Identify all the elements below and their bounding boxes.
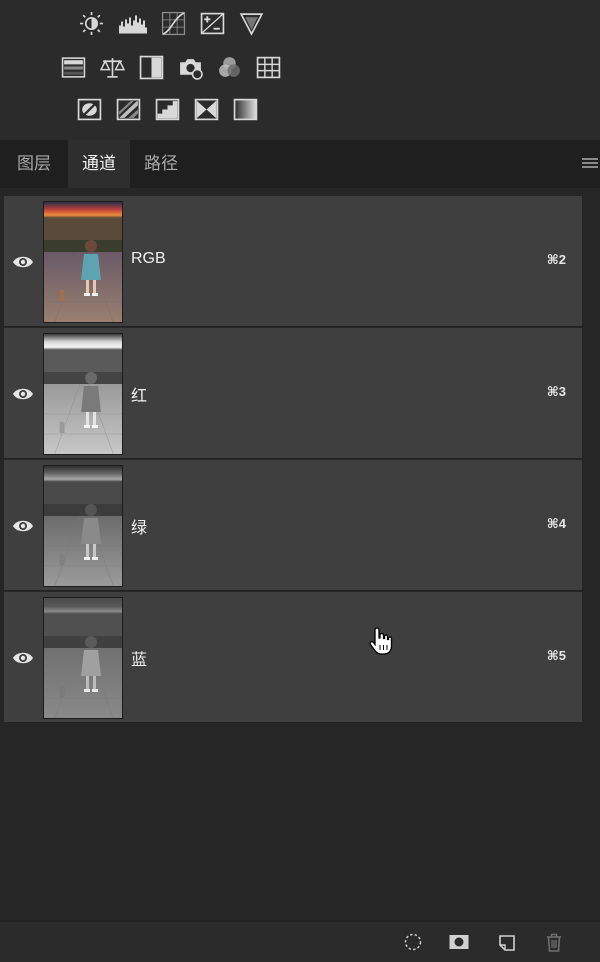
channel-row-rgb[interactable]: RGB ⌘2 [4, 196, 582, 327]
adjustments-row-1 [78, 10, 265, 37]
channel-thumbnail [43, 465, 123, 587]
gradient-map-icon[interactable] [232, 96, 259, 123]
channel-row-green[interactable]: 绿 ⌘4 [4, 460, 582, 591]
channel-name: 红 [131, 388, 148, 405]
channel-shortcut: ⌘2 [546, 252, 566, 267]
channel-shortcut: ⌘4 [546, 516, 566, 531]
black-white-icon[interactable] [138, 54, 165, 81]
panel-tabbar: 图层 通道 路径 [0, 140, 600, 188]
channel-row-blue[interactable]: 蓝 ⌘5 [4, 592, 582, 723]
channels-list: RGB ⌘2 红 ⌘3 绿 ⌘4 蓝 ⌘5 [0, 188, 600, 920]
posterize-icon[interactable] [115, 96, 142, 123]
visibility-eye-icon[interactable] [12, 518, 34, 534]
load-selection-icon[interactable] [402, 931, 424, 953]
color-lookup-icon[interactable] [255, 54, 282, 81]
brightness-contrast-icon[interactable] [78, 10, 105, 37]
selective-color-icon[interactable] [193, 96, 220, 123]
visibility-eye-icon[interactable] [12, 386, 34, 402]
threshold-icon[interactable] [154, 96, 181, 123]
hue-saturation-icon[interactable] [60, 54, 87, 81]
exposure-icon[interactable] [199, 10, 226, 37]
curves-icon[interactable] [160, 10, 187, 37]
new-channel-icon[interactable] [497, 931, 519, 953]
invert-icon[interactable] [76, 96, 103, 123]
color-balance-icon[interactable] [99, 54, 126, 81]
tab-layers[interactable]: 图层 [0, 140, 68, 188]
channel-shortcut: ⌘3 [546, 384, 566, 399]
hand-cursor-icon [369, 627, 393, 655]
channel-mixer-icon[interactable] [216, 54, 243, 81]
tab-channels[interactable]: 通道 [68, 140, 130, 188]
photo-filter-icon[interactable] [177, 54, 204, 81]
channels-bottom-bar [0, 922, 600, 962]
levels-icon[interactable] [117, 10, 148, 37]
channel-thumbnail [43, 201, 123, 323]
channel-name: 蓝 [131, 652, 148, 669]
visibility-eye-icon[interactable] [12, 650, 34, 666]
channel-name: RGB [131, 250, 166, 267]
adjustments-row-2 [60, 54, 282, 81]
channel-row-red[interactable]: 红 ⌘3 [4, 328, 582, 459]
vibrance-icon[interactable] [238, 10, 265, 37]
channel-name: 绿 [131, 520, 148, 537]
visibility-eye-icon[interactable] [12, 254, 34, 270]
channel-thumbnail [43, 597, 123, 719]
save-selection-mask-icon[interactable] [448, 931, 470, 953]
tab-paths[interactable]: 路径 [130, 140, 192, 188]
channel-thumbnail [43, 333, 123, 455]
delete-channel-icon[interactable] [543, 931, 565, 953]
channel-shortcut: ⌘5 [546, 648, 566, 663]
adjustments-row-3 [76, 96, 259, 123]
panel-menu-icon[interactable] [582, 158, 598, 172]
adjustments-panel [0, 0, 600, 140]
